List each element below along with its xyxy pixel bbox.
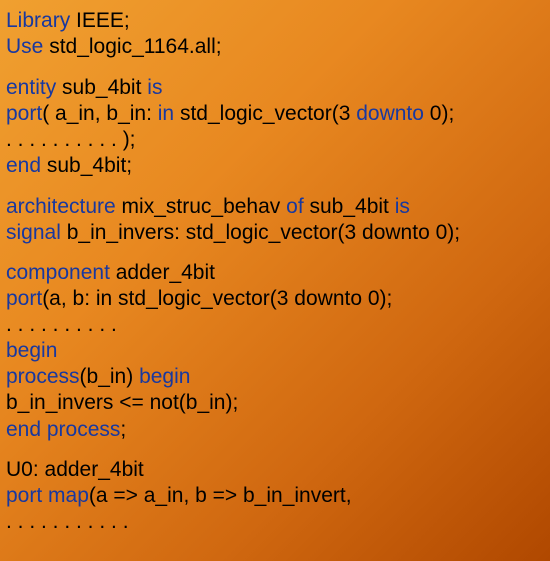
code-line: end sub_4bit; bbox=[6, 153, 544, 179]
keyword: process bbox=[6, 365, 80, 388]
code-text: . . . . . . . . . . bbox=[6, 313, 117, 336]
keyword: signal bbox=[6, 221, 61, 244]
code-text: 0); bbox=[424, 102, 454, 125]
code-line: b_in_invers <= not(b_in); bbox=[6, 390, 544, 416]
code-text: . . . . . . . . . . . bbox=[6, 510, 129, 533]
code-text: (b_in) bbox=[80, 365, 140, 388]
keyword: Use bbox=[6, 35, 43, 58]
code-line: component adder_4bit bbox=[6, 260, 544, 286]
keyword: architecture bbox=[6, 195, 116, 218]
keyword: port bbox=[6, 102, 42, 125]
blank-line bbox=[6, 179, 544, 194]
code-line: entity sub_4bit is bbox=[6, 75, 544, 101]
keyword: port bbox=[6, 287, 42, 310]
code-text: U0: adder_4bit bbox=[6, 458, 144, 481]
blank-line bbox=[6, 60, 544, 75]
code-line: port(a, b: in std_logic_vector(3 downto … bbox=[6, 286, 544, 312]
keyword: begin bbox=[139, 365, 190, 388]
code-text: sub_4bit bbox=[304, 195, 395, 218]
keyword: of bbox=[286, 195, 304, 218]
keyword: entity bbox=[6, 76, 56, 99]
code-block: Library IEEE; Use std_logic_1164.all; en… bbox=[6, 8, 544, 535]
code-text: b_in_invers: std_logic_vector(3 downto 0… bbox=[61, 221, 460, 244]
code-line: process(b_in) begin bbox=[6, 364, 544, 390]
code-line: port map(a => a_in, b => b_in_invert, bbox=[6, 483, 544, 509]
code-text: . . . . . . . . . . ); bbox=[6, 128, 136, 151]
code-line: end process; bbox=[6, 417, 544, 443]
code-line: U0: adder_4bit bbox=[6, 457, 544, 483]
code-line: begin bbox=[6, 338, 544, 364]
code-line: . . . . . . . . . . bbox=[6, 312, 544, 338]
code-text: mix_struc_behav bbox=[116, 195, 286, 218]
code-text: std_logic_vector(3 bbox=[174, 102, 356, 125]
code-text: b_in_invers <= not(b_in); bbox=[6, 391, 238, 414]
code-text: sub_4bit; bbox=[41, 154, 132, 177]
code-line: Library IEEE; bbox=[6, 8, 544, 34]
keyword: downto bbox=[356, 102, 424, 125]
code-text: std_logic_1164.all; bbox=[43, 35, 221, 58]
keyword: component bbox=[6, 261, 110, 284]
blank-line bbox=[6, 443, 544, 458]
keyword: end bbox=[6, 154, 41, 177]
keyword: begin bbox=[6, 339, 57, 362]
blank-line bbox=[6, 246, 544, 261]
keyword: is bbox=[147, 76, 162, 99]
code-text: IEEE; bbox=[70, 9, 130, 32]
keyword: end process bbox=[6, 418, 120, 441]
keyword: Library bbox=[6, 9, 70, 32]
code-text: ; bbox=[120, 418, 126, 441]
keyword: port map bbox=[6, 484, 89, 507]
keyword: in bbox=[158, 102, 174, 125]
code-line: signal b_in_invers: std_logic_vector(3 d… bbox=[6, 220, 544, 246]
code-text: sub_4bit bbox=[56, 76, 147, 99]
code-line: port( a_in, b_in: in std_logic_vector(3 … bbox=[6, 101, 544, 127]
code-line: architecture mix_struc_behav of sub_4bit… bbox=[6, 194, 544, 220]
code-text: ( a_in, b_in: bbox=[42, 102, 158, 125]
code-text: adder_4bit bbox=[110, 261, 215, 284]
keyword: is bbox=[395, 195, 410, 218]
code-line: Use std_logic_1164.all; bbox=[6, 34, 544, 60]
code-line: . . . . . . . . . . . bbox=[6, 509, 544, 535]
code-text: (a => a_in, b => b_in_invert, bbox=[89, 484, 352, 507]
code-text: (a, b: in std_logic_vector(3 downto 0); bbox=[42, 287, 392, 310]
code-line: . . . . . . . . . . ); bbox=[6, 127, 544, 153]
